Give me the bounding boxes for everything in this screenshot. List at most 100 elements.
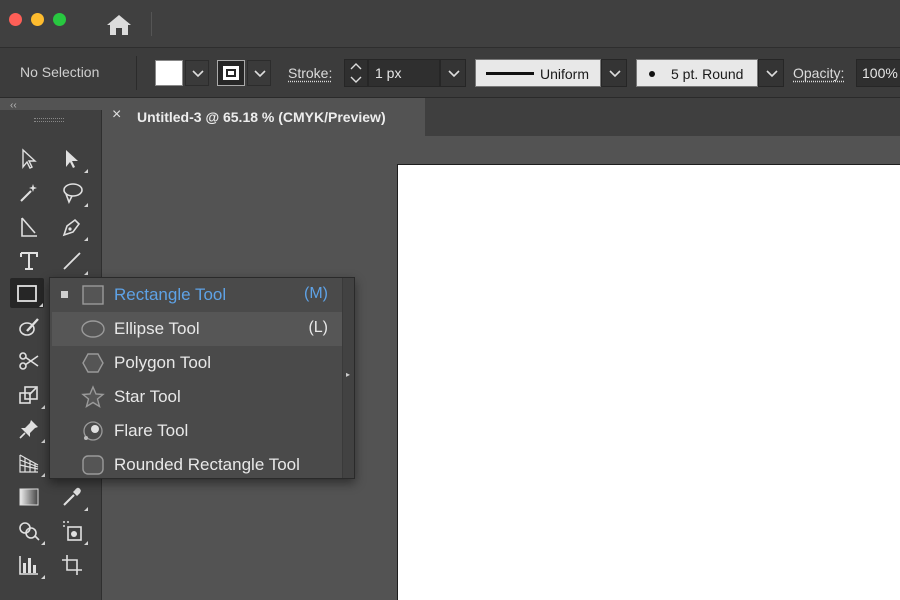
brush-definition-select[interactable]: 5 pt. Round — [636, 59, 758, 87]
chevron-down-icon — [448, 70, 460, 78]
flyout-item-shortcut: (L) — [308, 319, 328, 336]
line-segment-tool[interactable] — [55, 246, 89, 276]
pen-tool[interactable] — [55, 212, 89, 242]
opacity-label[interactable]: Opacity: — [793, 65, 844, 81]
brush-dot-icon — [649, 71, 655, 77]
flyout-item-rectangle[interactable]: Rectangle Tool (M) — [52, 278, 342, 312]
close-tab-icon[interactable]: × — [112, 106, 121, 124]
line-segment-icon — [63, 252, 81, 270]
flyout-item-flare[interactable]: Flare Tool — [52, 414, 342, 448]
stroke-weight-dropdown[interactable] — [440, 59, 466, 87]
profile-dropdown[interactable] — [601, 59, 627, 87]
rectangle-tool[interactable] — [10, 278, 44, 308]
flyout-item-ellipse[interactable]: Ellipse Tool (L) — [52, 312, 342, 346]
stroke-color-swatch[interactable] — [217, 60, 245, 86]
title-bar — [0, 0, 900, 48]
type-t-icon — [20, 252, 38, 270]
curvature-tool[interactable] — [12, 212, 46, 242]
flyout-item-star[interactable]: Star Tool — [52, 380, 342, 414]
flyout-item-rounded-rectangle[interactable]: Rounded Rectangle Tool — [52, 448, 342, 482]
magic-wand-tool[interactable] — [12, 178, 46, 208]
stroke-line-preview — [486, 72, 534, 75]
flyout-item-label: Polygon Tool — [114, 353, 212, 372]
flyout-item-label: Star Tool — [114, 387, 181, 406]
scissors-tool[interactable] — [12, 346, 46, 376]
stroke-dropdown-button[interactable] — [247, 60, 271, 86]
flyout-item-label: Ellipse Tool — [114, 319, 200, 338]
rectangle-icon — [82, 285, 104, 305]
chevron-down-icon — [766, 70, 778, 78]
gradient-icon — [19, 488, 39, 506]
gradient-tool[interactable] — [12, 482, 46, 512]
perspective-grid-tool[interactable] — [12, 448, 46, 478]
window-close-button[interactable] — [9, 13, 22, 26]
document-tab-title: Untitled-3 @ 65.18 % (CMYK/Preview) — [137, 109, 386, 125]
stroke-weight-input[interactable]: 1 px — [368, 59, 440, 87]
live-paint-bucket-icon — [63, 521, 82, 541]
scale-icon — [19, 386, 38, 404]
stroke-label[interactable]: Stroke: — [288, 65, 332, 81]
column-graph-tool[interactable] — [12, 550, 46, 580]
eyedropper-icon — [63, 487, 81, 506]
flyout-item-label: Flare Tool — [114, 421, 189, 440]
perspective-grid-icon — [19, 454, 39, 473]
column-graph-icon — [19, 556, 38, 575]
brush-label: 5 pt. Round — [671, 66, 744, 82]
shape-builder-icon — [19, 522, 40, 541]
control-bar-divider — [136, 56, 137, 90]
lasso-icon — [63, 183, 83, 204]
title-bar-divider — [151, 12, 152, 36]
rounded-rectangle-icon — [82, 455, 104, 475]
document-tab[interactable]: × Untitled-3 @ 65.18 % (CMYK/Preview) — [102, 98, 425, 136]
window-maximize-button[interactable] — [53, 13, 66, 26]
puppet-warp-tool[interactable] — [12, 414, 46, 444]
fill-color-swatch[interactable] — [155, 60, 183, 86]
eyedropper-tool[interactable] — [55, 482, 89, 512]
brush-dropdown[interactable] — [758, 59, 784, 87]
type-tool[interactable] — [12, 246, 46, 276]
opacity-input[interactable]: 100% — [856, 59, 900, 87]
direct-selection-arrow-icon — [66, 150, 78, 168]
scale-tool[interactable] — [12, 380, 46, 410]
shape-builder-tool[interactable] — [12, 516, 46, 546]
flyout-item-label: Rounded Rectangle Tool — [114, 455, 300, 474]
pushpin-icon — [19, 420, 38, 439]
fill-dropdown-button[interactable] — [185, 60, 209, 86]
paintbrush-tool[interactable] — [12, 312, 46, 342]
flare-icon — [83, 421, 103, 441]
ellipse-icon — [81, 320, 105, 338]
paintbrush-icon — [19, 318, 39, 336]
variable-width-profile-select[interactable]: Uniform — [475, 59, 601, 87]
window-minimize-button[interactable] — [31, 13, 44, 26]
selected-bullet-icon — [61, 291, 68, 298]
direct-selection-tool[interactable] — [55, 144, 89, 174]
flyout-item-label: Rectangle Tool — [114, 285, 227, 304]
chevron-down-icon — [609, 70, 621, 78]
selection-status: No Selection — [20, 64, 100, 80]
panel-grip-handle[interactable] — [34, 118, 64, 122]
selection-tool[interactable] — [12, 144, 46, 174]
stroke-weight-stepper[interactable] — [344, 59, 368, 87]
star-icon — [81, 385, 105, 409]
flyout-item-polygon[interactable]: Polygon Tool — [52, 346, 342, 380]
rectangle-icon — [17, 285, 37, 302]
scissors-icon — [19, 352, 39, 370]
document-tab-bar: × Untitled-3 @ 65.18 % (CMYK/Preview) — [102, 98, 900, 136]
live-paint-bucket-tool[interactable] — [55, 516, 89, 546]
curvature-icon — [21, 217, 37, 237]
chevron-down-icon — [192, 70, 204, 78]
flyout-item-shortcut: (M) — [304, 285, 328, 302]
selection-arrow-icon — [22, 148, 37, 169]
polygon-icon — [82, 353, 104, 373]
artboard-icon — [62, 555, 82, 575]
profile-label: Uniform — [540, 66, 590, 82]
home-icon[interactable] — [104, 12, 134, 38]
shape-tools-flyout-menu: Rectangle Tool (M) Ellipse Tool (L) Poly… — [49, 277, 355, 479]
artboard[interactable] — [397, 164, 900, 600]
flyout-tearoff-strip[interactable]: ▸ — [342, 278, 354, 478]
control-bar: No Selection Stroke: 1 px Uniform 5 pt. … — [0, 48, 900, 98]
artboard-tool[interactable] — [55, 550, 89, 580]
pen-nib-icon — [62, 218, 81, 237]
lasso-tool[interactable] — [55, 178, 89, 208]
magic-wand-icon — [20, 184, 37, 202]
